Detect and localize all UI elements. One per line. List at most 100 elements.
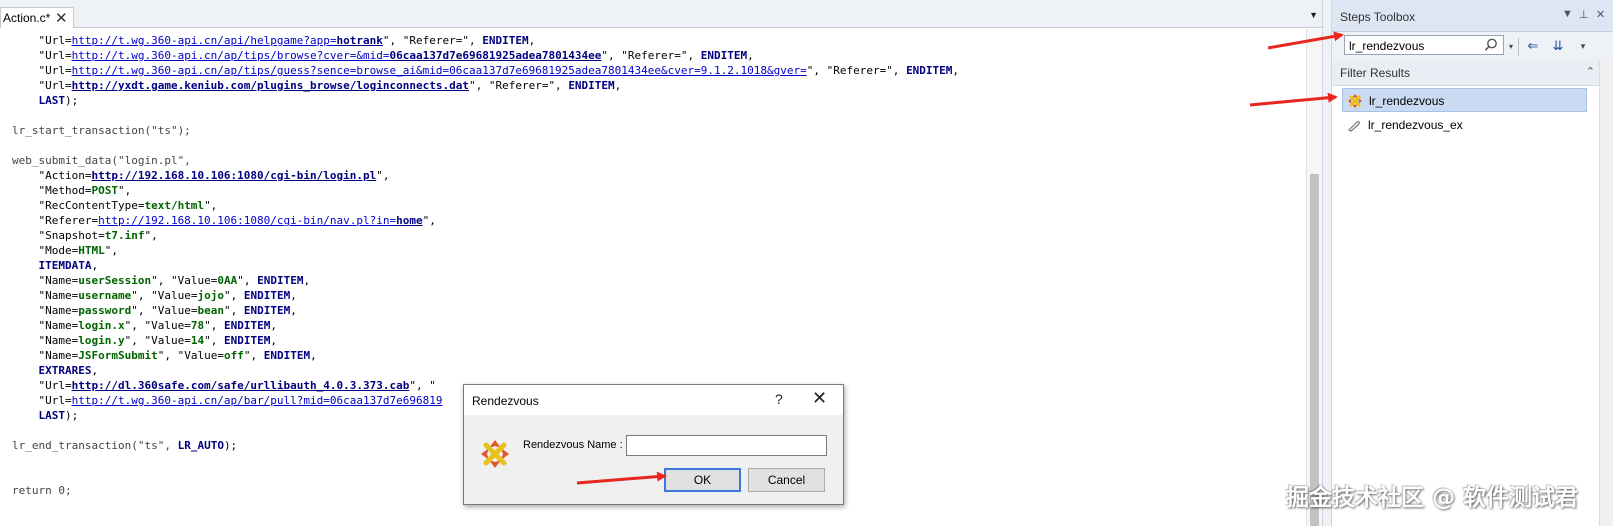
code-token: , [290, 289, 297, 302]
code-line: "Name=login.x", "Value=78", ENDITEM, [12, 318, 276, 333]
code-token: LAST [38, 409, 66, 422]
code-line: "Name=username", "Value=jojo", ENDITEM, [12, 288, 297, 303]
code-token: password [78, 304, 132, 317]
result-item-lr-rendezvous-ex[interactable]: lr_rendezvous_ex [1342, 113, 1587, 137]
code-token: web_submit_data("login.pl", [12, 154, 191, 167]
toolbox-search-input[interactable] [1349, 38, 1474, 53]
code-line: "RecContentType=text/html", [12, 198, 217, 213]
code-token: ENDITEM [243, 304, 291, 317]
search-icon[interactable] [1483, 37, 1499, 53]
code-line: "Snapshot=t7.inf", [12, 228, 157, 243]
collapse-chevron-icon[interactable]: ⌃ [1586, 65, 1595, 78]
function-icon [1347, 121, 1360, 132]
result-item-label: lr_rendezvous [1369, 94, 1445, 108]
code-token: ENDITEM [906, 64, 953, 77]
code-token: ", "Value= [151, 274, 218, 287]
code-token: ); [65, 94, 79, 107]
ok-button[interactable]: OK [664, 468, 741, 492]
code-token: "Mode= [12, 244, 79, 257]
editor-tab-bar: Action.c* ✕ ▼ [0, 0, 1322, 28]
code-token: , [91, 364, 99, 377]
code-token: ", [422, 214, 436, 227]
dialog-titlebar: Rendezvous ? ✕ [464, 385, 843, 415]
panel-splitter[interactable] [1322, 0, 1332, 526]
editor-scrollbar-thumb[interactable] [1310, 174, 1319, 526]
code-token: jojo [197, 289, 224, 302]
filter-results-label: Filter Results [1340, 66, 1411, 80]
code-line: LAST); [12, 93, 79, 108]
help-icon[interactable]: ? [775, 391, 783, 407]
code-token: "Referer= [12, 214, 99, 227]
code-token: "Url= [12, 379, 72, 392]
code-line: lr_start_transaction("ts"); [12, 123, 191, 138]
code-token: off [223, 349, 244, 362]
tab-list-dropdown-icon[interactable]: ▼ [1309, 10, 1318, 20]
code-token: ITEMDATA [38, 259, 92, 272]
rendezvous-name-input[interactable] [626, 435, 827, 456]
code-token: "Name= [12, 319, 79, 332]
toolbox-search-box[interactable] [1344, 35, 1504, 55]
code-token: ", [223, 304, 244, 317]
code-line: "Method=POST", [12, 183, 131, 198]
expand-all-icon[interactable]: ⇊ [1547, 36, 1569, 56]
code-token: EXTRARES [38, 364, 92, 377]
toolbox-header: Steps Toolbox ▼ ⊥ ✕ [1332, 0, 1613, 32]
code-token: , [310, 349, 317, 362]
editor-vertical-scrollbar[interactable] [1306, 29, 1322, 526]
code-line: "Action=http://192.168.10.106:1080/cgi-b… [12, 168, 390, 183]
code-token: JSFormSubmit [78, 349, 158, 362]
code-token: "Name= [12, 289, 79, 302]
code-token: "Url= [12, 49, 72, 62]
code-token: username [78, 289, 132, 302]
code-token: , [952, 64, 960, 77]
code-token: "Method= [12, 184, 92, 197]
code-token: "Name= [12, 274, 79, 287]
code-token: "Url= [12, 394, 72, 407]
toolbar-separator [1518, 38, 1519, 56]
filter-results-header[interactable]: Filter Results ⌃ [1332, 60, 1613, 86]
close-icon[interactable]: ✕ [812, 388, 827, 409]
code-token: LAST [38, 94, 66, 107]
code-token: ", "Value= [131, 289, 198, 302]
code-token: ", [376, 169, 390, 182]
code-token: "Name= [12, 304, 79, 317]
back-arrow-icon[interactable]: ⇐ [1522, 36, 1544, 56]
code-token: , [290, 304, 297, 317]
toolbox-vertical-scrollbar[interactable] [1599, 60, 1613, 526]
code-token: ", [223, 289, 244, 302]
code-token: bean [197, 304, 224, 317]
code-token: ", "Value= [124, 334, 191, 347]
code-token: , [747, 49, 754, 62]
code-token: LR_AUTO [177, 439, 224, 452]
code-token: ENDITEM [223, 334, 271, 347]
watermark: 掘金技术社区 @ 软件测试君 [1286, 485, 1579, 511]
toolbox-title: Steps Toolbox [1340, 10, 1416, 24]
toolbox-menu-icon[interactable]: ▼ [1562, 8, 1573, 20]
tab-close-icon[interactable]: ✕ [55, 9, 68, 27]
search-history-dropdown-icon[interactable]: ▾ [1509, 42, 1513, 51]
code-token: ", [204, 199, 218, 212]
code-token: text/html [144, 199, 205, 212]
code-token: 06caa137d7e69681925adea7801434ee [389, 49, 602, 62]
toolbar-overflow-icon[interactable]: ▾ [1572, 36, 1594, 56]
toolbox-close-icon[interactable]: ✕ [1596, 8, 1605, 21]
code-token: , [303, 274, 311, 287]
code-token: 0AA [217, 274, 238, 287]
code-token: login.y [78, 334, 125, 347]
cancel-button[interactable]: Cancel [748, 468, 825, 492]
tab-action-c[interactable]: Action.c* ✕ [0, 7, 74, 28]
code-token: userSession [78, 274, 152, 287]
code-token: ENDITEM [482, 34, 529, 47]
toolbox-pin-icon[interactable]: ⊥ [1579, 8, 1589, 21]
code-token: ", "Value= [131, 304, 198, 317]
code-token: "Name= [12, 349, 79, 362]
code-token: ", [204, 319, 224, 332]
code-line: LAST); [12, 408, 79, 423]
code-token: ", "Referer=", [601, 49, 701, 62]
code-line: "Name=login.y", "Value=14", ENDITEM, [12, 333, 276, 348]
code-token: ENDITEM [263, 349, 311, 362]
code-token: ENDITEM [257, 274, 304, 287]
code-token: "Url= [12, 79, 72, 92]
result-item-lr-rendezvous[interactable]: lr_rendezvous [1342, 88, 1587, 112]
code-token: ", "Referer=", [468, 79, 569, 92]
